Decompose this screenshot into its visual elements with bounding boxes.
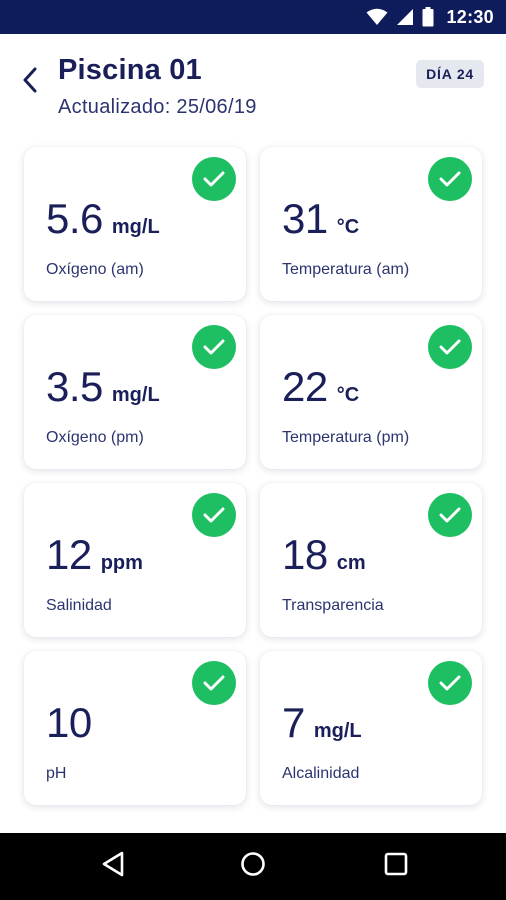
- metric-label: Alcalinidad: [282, 765, 360, 782]
- nav-recents-button[interactable]: [381, 851, 411, 881]
- metric-unit: cm: [336, 552, 366, 574]
- metric-unit: ppm: [100, 552, 143, 574]
- metric-card-temperature-pm[interactable]: 22 °C Temperatura (pm): [260, 315, 482, 469]
- metric-card-oxygen-am[interactable]: 5.6 mg/L Oxígeno (am): [24, 147, 246, 301]
- metric-reading: 5.6 mg/L: [46, 195, 160, 243]
- metric-value: 7: [282, 699, 305, 746]
- metric-reading: 31 °C: [282, 195, 359, 243]
- metrics-grid: 5.6 mg/L Oxígeno (am) 31 °C Temperatura …: [24, 147, 484, 805]
- check-icon: [192, 325, 236, 369]
- updated-date: Actualizado: 25/06/19: [58, 96, 257, 118]
- nav-back-button[interactable]: [98, 851, 128, 881]
- check-icon: [428, 157, 472, 201]
- day-badge: DÍA 24: [416, 60, 484, 88]
- metric-unit: mg/L: [111, 216, 160, 238]
- metric-value: 31: [282, 195, 328, 242]
- check-icon: [192, 661, 236, 705]
- metric-label: pH: [46, 765, 67, 782]
- metric-label: Transparencia: [282, 597, 384, 614]
- metric-card-salinity[interactable]: 12 ppm Salinidad: [24, 483, 246, 637]
- page-title: Piscina 01: [58, 54, 202, 86]
- check-icon: [428, 661, 472, 705]
- check-icon: [428, 325, 472, 369]
- check-icon: [192, 157, 236, 201]
- nav-home-button[interactable]: [238, 851, 268, 881]
- metric-card-oxygen-pm[interactable]: 3.5 mg/L Oxígeno (pm): [24, 315, 246, 469]
- metric-unit: mg/L: [313, 720, 362, 742]
- status-time: 12:30: [446, 6, 494, 27]
- nav-home-icon: [240, 851, 266, 882]
- battery-icon: [422, 7, 434, 27]
- metric-reading: 18 cm: [282, 531, 366, 579]
- system-nav-bar: [0, 833, 506, 900]
- metric-value: 18: [282, 531, 328, 578]
- metric-card-temperature-am[interactable]: 31 °C Temperatura (am): [260, 147, 482, 301]
- metric-reading: 12 ppm: [46, 531, 143, 579]
- wifi-icon: [366, 8, 388, 26]
- check-icon: [192, 493, 236, 537]
- metric-value: 12: [46, 531, 92, 578]
- metric-card-alkalinity[interactable]: 7 mg/L Alcalinidad: [260, 651, 482, 805]
- metric-value: 10: [46, 699, 92, 746]
- metric-label: Oxígeno (pm): [46, 429, 144, 446]
- signal-icon: [396, 8, 414, 26]
- status-bar: 12:30: [0, 0, 506, 34]
- metric-card-ph[interactable]: 10 pH: [24, 651, 246, 805]
- metric-unit: °C: [336, 384, 360, 406]
- app-header: Piscina 01 Actualizado: 25/06/19 DÍA 24: [0, 34, 506, 146]
- metric-label: Salinidad: [46, 597, 112, 614]
- metric-label: Temperatura (pm): [282, 429, 410, 446]
- back-button[interactable]: [14, 66, 46, 98]
- metric-reading: 7 mg/L: [282, 699, 362, 747]
- metric-unit: mg/L: [111, 384, 160, 406]
- back-arrow-icon: [22, 67, 38, 98]
- metric-value: 22: [282, 363, 328, 410]
- check-icon: [428, 493, 472, 537]
- nav-recents-icon: [384, 852, 408, 881]
- metric-reading: 10: [46, 699, 101, 747]
- metric-label: Temperatura (am): [282, 261, 410, 278]
- metric-value: 3.5: [46, 363, 103, 410]
- metric-label: Oxígeno (am): [46, 261, 144, 278]
- metric-card-transparency[interactable]: 18 cm Transparencia: [260, 483, 482, 637]
- metric-reading: 3.5 mg/L: [46, 363, 160, 411]
- metric-reading: 22 °C: [282, 363, 359, 411]
- nav-back-icon: [101, 851, 125, 882]
- metric-value: 5.6: [46, 195, 103, 242]
- metric-unit: °C: [336, 216, 360, 238]
